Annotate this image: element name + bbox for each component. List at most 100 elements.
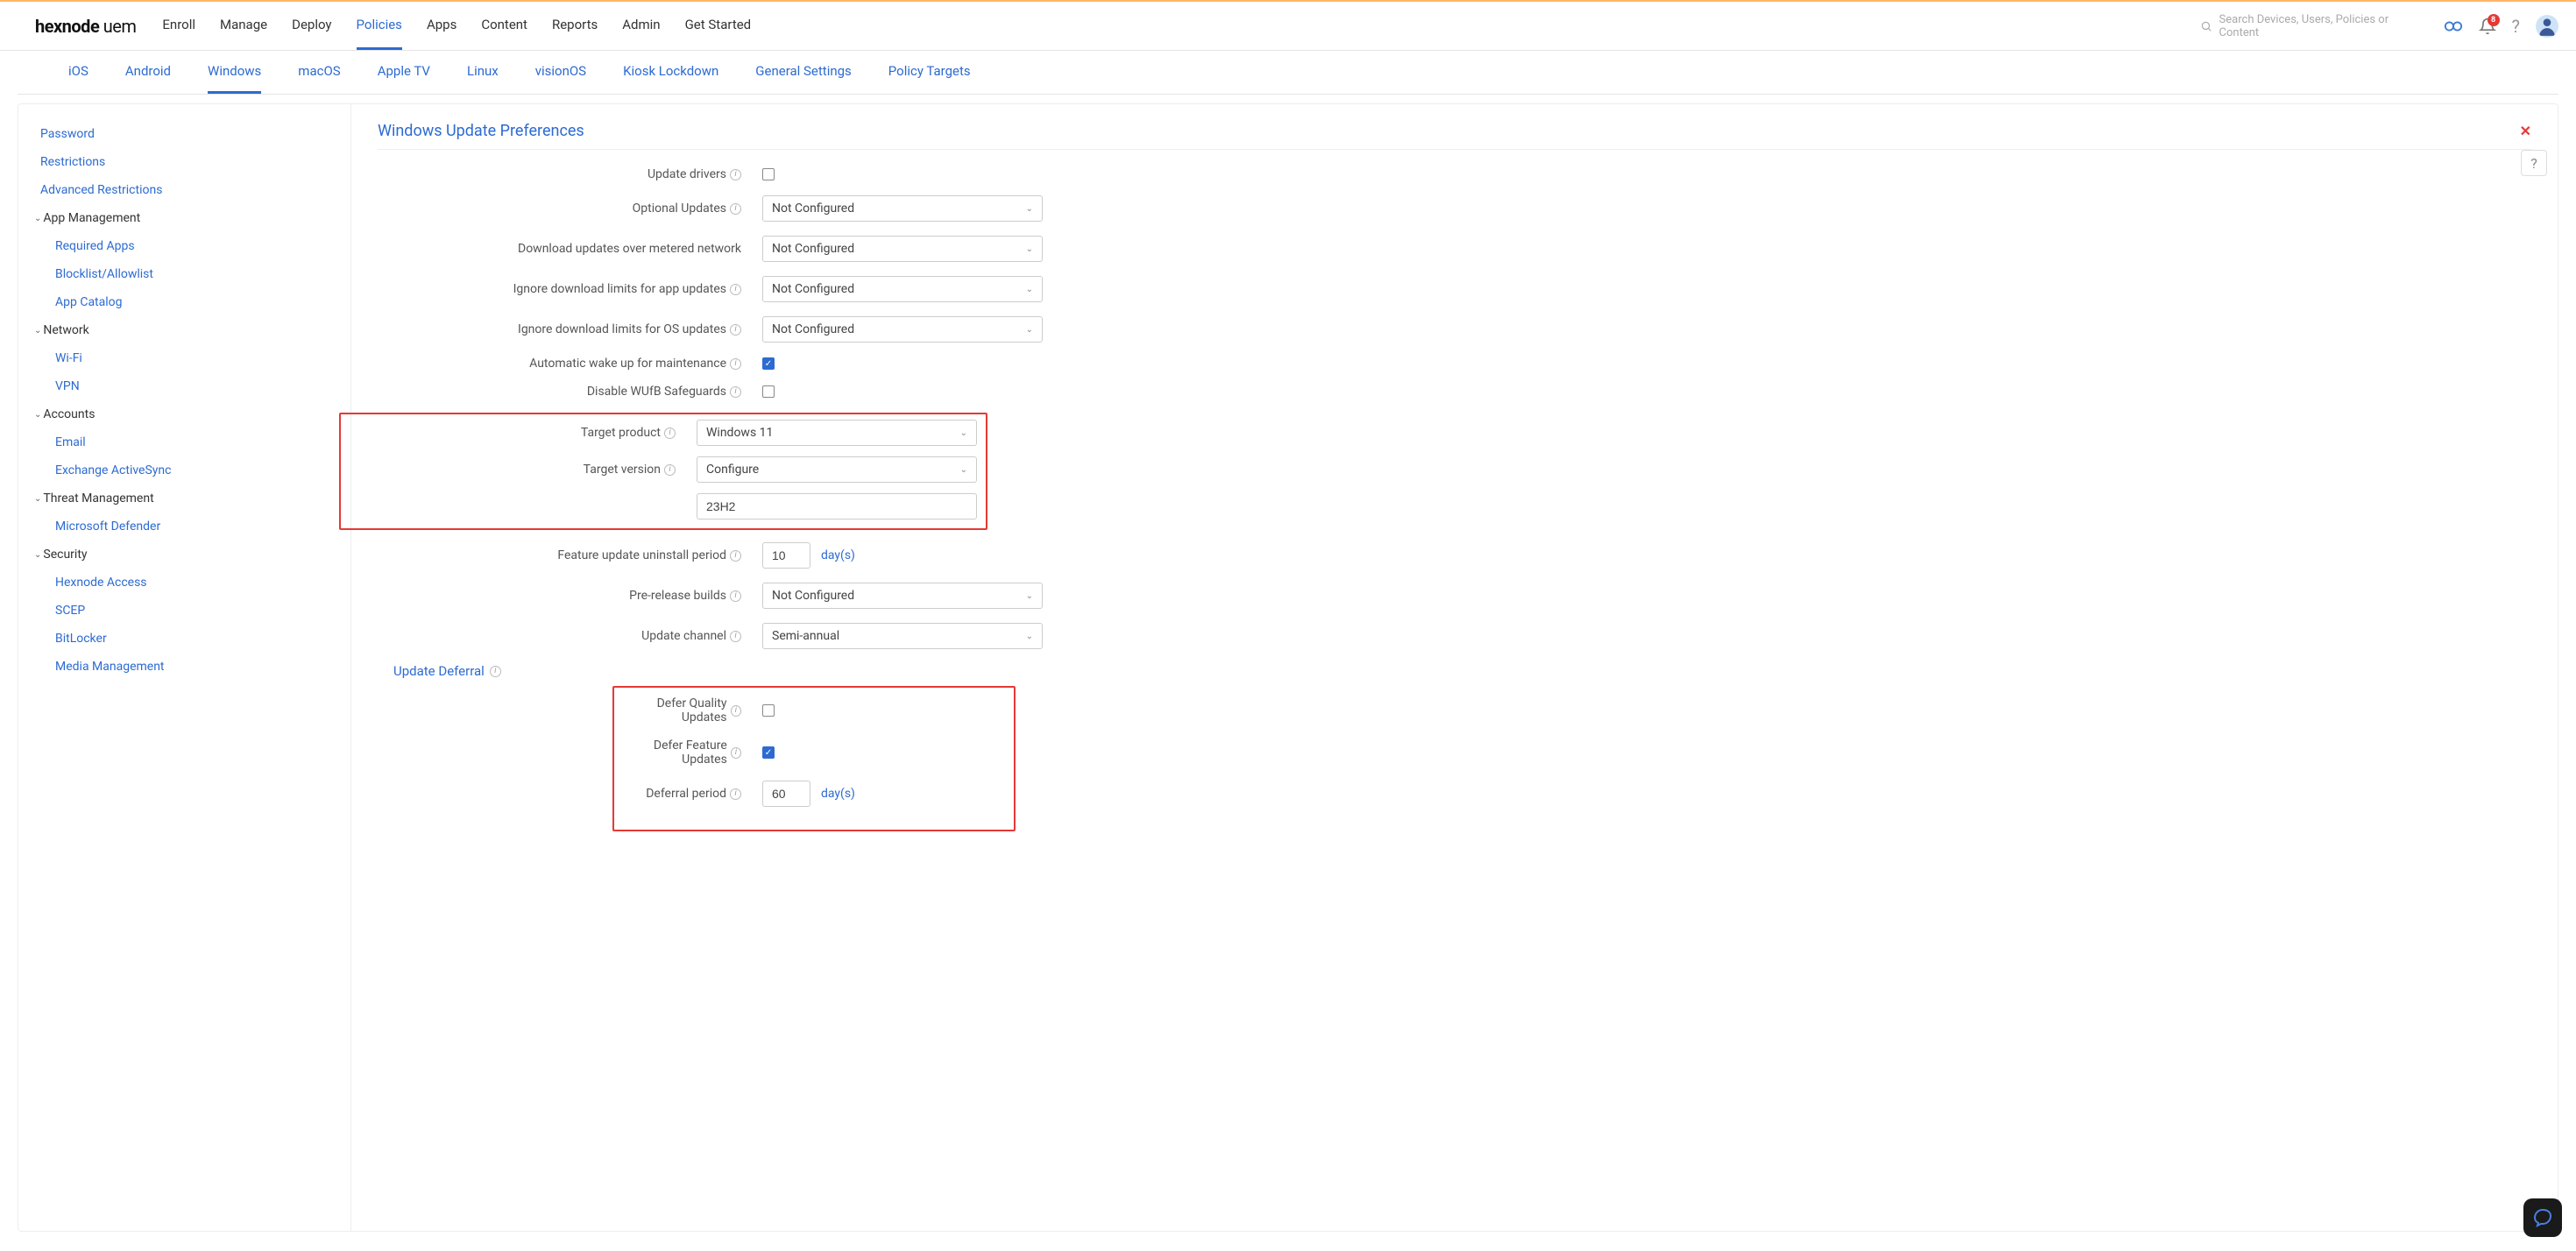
info-icon[interactable]: i	[731, 747, 741, 759]
sidebar-item-exchange[interactable]: Exchange ActiveSync	[18, 456, 350, 484]
tab-targets[interactable]: Policy Targets	[888, 51, 971, 94]
nav-reports[interactable]: Reports	[552, 2, 598, 50]
sidebar-item-defender[interactable]: Microsoft Defender	[18, 512, 350, 541]
chevron-down-icon: ⌄	[1026, 244, 1033, 254]
logo-brand: hexnode	[35, 16, 99, 37]
search-placeholder: Search Devices, Users, Policies or Conte…	[2219, 13, 2428, 39]
select-target-version[interactable]: Configure⌄	[697, 456, 977, 483]
sidebar-item-required-apps[interactable]: Required Apps	[18, 232, 350, 260]
search-icon	[2200, 20, 2212, 32]
info-icon[interactable]: i	[730, 358, 741, 370]
highlight-deferral-box: Defer Quality Updatesi Defer Feature Upd…	[612, 686, 1016, 831]
input-target-version-text[interactable]	[697, 493, 977, 519]
label-disable-wufb: Disable WUfB Safeguards	[587, 385, 726, 399]
tab-macos[interactable]: macOS	[298, 51, 340, 94]
sidebar-item-adv-restrictions[interactable]: Advanced Restrictions	[18, 176, 350, 204]
nav-apps[interactable]: Apps	[427, 2, 456, 50]
nav-admin[interactable]: Admin	[622, 2, 660, 50]
tab-ios[interactable]: iOS	[68, 51, 88, 94]
chevron-down-icon: ⌄	[1026, 632, 1033, 641]
label-target-product: Target product	[581, 426, 661, 440]
chevron-down-icon: ⌄	[1026, 285, 1033, 294]
search-input[interactable]: Search Devices, Users, Policies or Conte…	[2200, 13, 2428, 39]
nav-manage[interactable]: Manage	[220, 2, 267, 50]
info-icon[interactable]: i	[730, 386, 741, 398]
info-icon[interactable]: i	[731, 705, 741, 717]
sidebar-item-email[interactable]: Email	[18, 428, 350, 456]
checkbox-disable-wufb[interactable]	[762, 385, 775, 398]
chevron-down-icon: ⌄	[34, 550, 41, 560]
help-panel-button[interactable]: ?	[2521, 150, 2547, 176]
checkbox-auto-wake[interactable]: ✓	[762, 357, 775, 370]
sidebar-item-restrictions[interactable]: Restrictions	[18, 148, 350, 176]
sidebar-group-network[interactable]: ⌄Network	[18, 316, 350, 344]
tab-general[interactable]: General Settings	[755, 51, 852, 94]
logo-suffix: uem	[103, 16, 137, 37]
section-update-deferral: Update Deferral	[393, 663, 485, 679]
chevron-down-icon: ⌄	[960, 428, 967, 438]
checkbox-defer-quality[interactable]	[762, 704, 775, 717]
info-icon[interactable]: i	[730, 788, 741, 800]
select-ignore-os[interactable]: Not Configured⌄	[762, 316, 1043, 343]
tab-linux[interactable]: Linux	[467, 51, 499, 94]
label-ignore-app: Ignore download limits for app updates	[513, 282, 726, 296]
info-icon[interactable]: i	[730, 284, 741, 295]
chevron-down-icon: ⌄	[1026, 325, 1033, 335]
input-deferral-period[interactable]	[762, 781, 810, 807]
select-optional-updates[interactable]: Not Configured⌄	[762, 195, 1043, 222]
sidebar-item-wifi[interactable]: Wi-Fi	[18, 344, 350, 372]
select-prerelease[interactable]: Not Configured⌄	[762, 583, 1043, 609]
tab-android[interactable]: Android	[125, 51, 171, 94]
integrations-icon[interactable]	[2444, 17, 2463, 36]
close-icon[interactable]: ✕	[2520, 123, 2531, 139]
tab-windows[interactable]: Windows	[208, 51, 261, 94]
input-uninstall-period[interactable]	[762, 542, 810, 569]
select-update-channel[interactable]: Semi-annual⌄	[762, 623, 1043, 649]
checkbox-update-drivers[interactable]	[762, 168, 775, 180]
sidebar-item-vpn[interactable]: VPN	[18, 372, 350, 400]
nav-content[interactable]: Content	[481, 2, 527, 50]
sidebar-item-app-catalog[interactable]: App Catalog	[18, 288, 350, 316]
info-icon[interactable]: i	[664, 464, 676, 476]
tab-visionos[interactable]: visionOS	[535, 51, 586, 94]
select-ignore-app[interactable]: Not Configured⌄	[762, 276, 1043, 302]
label-target-version: Target version	[584, 463, 661, 477]
unit-days: day(s)	[821, 548, 855, 562]
info-icon[interactable]: i	[730, 203, 741, 215]
nav-policies[interactable]: Policies	[357, 2, 402, 50]
sidebar-item-hexnode-access[interactable]: Hexnode Access	[18, 569, 350, 597]
info-icon[interactable]: i	[730, 590, 741, 602]
info-icon[interactable]: i	[730, 550, 741, 562]
info-icon[interactable]: i	[730, 169, 741, 180]
info-icon[interactable]: i	[730, 631, 741, 642]
sidebar-item-scep[interactable]: SCEP	[18, 597, 350, 625]
sidebar-item-bitlocker[interactable]: BitLocker	[18, 625, 350, 653]
tab-kiosk[interactable]: Kiosk Lockdown	[623, 51, 718, 94]
nav-deploy[interactable]: Deploy	[292, 2, 331, 50]
policy-sidebar: Password Restrictions Advanced Restricti…	[18, 104, 351, 1231]
info-icon[interactable]: i	[730, 324, 741, 336]
info-icon[interactable]: i	[490, 666, 501, 677]
label-defer-quality: Defer Quality Updates	[614, 696, 727, 724]
sidebar-item-password[interactable]: Password	[18, 120, 350, 148]
avatar[interactable]	[2536, 15, 2558, 38]
top-nav: Enroll Manage Deploy Policies Apps Conte…	[162, 2, 751, 50]
sidebar-group-threat[interactable]: ⌄Threat Management	[18, 484, 350, 512]
logo: hexnode uem	[35, 16, 136, 37]
help-icon[interactable]: ?	[2512, 16, 2520, 37]
sidebar-group-app-mgmt[interactable]: ⌄App Management	[18, 204, 350, 232]
sidebar-item-media-mgmt[interactable]: Media Management	[18, 653, 350, 681]
notifications-icon[interactable]: 8	[2479, 18, 2496, 35]
info-icon[interactable]: i	[664, 428, 676, 439]
sidebar-group-security[interactable]: ⌄Security	[18, 541, 350, 569]
chat-widget[interactable]	[2523, 1198, 2562, 1237]
nav-get-started[interactable]: Get Started	[685, 2, 752, 50]
select-target-product[interactable]: Windows 11⌄	[697, 420, 977, 446]
label-prerelease: Pre-release builds	[629, 589, 726, 603]
nav-enroll[interactable]: Enroll	[162, 2, 195, 50]
select-download-metered[interactable]: Not Configured⌄	[762, 236, 1043, 262]
sidebar-group-accounts[interactable]: ⌄Accounts	[18, 400, 350, 428]
tab-appletv[interactable]: Apple TV	[378, 51, 430, 94]
sidebar-item-blocklist[interactable]: Blocklist/Allowlist	[18, 260, 350, 288]
checkbox-defer-feature[interactable]: ✓	[762, 746, 775, 759]
